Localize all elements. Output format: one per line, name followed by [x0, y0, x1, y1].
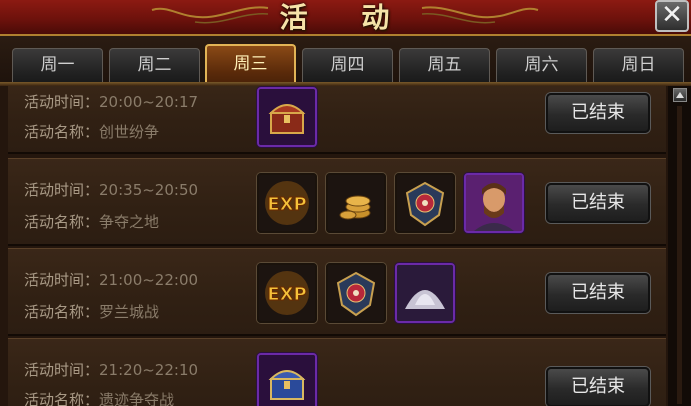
crest-emblem-icon[interactable] — [395, 173, 455, 233]
event-status-button[interactable]: 已结束 — [546, 367, 650, 406]
close-button[interactable]: ✕ — [655, 0, 689, 32]
exp-icon[interactable]: EXP — [257, 173, 317, 233]
name-value: 创世纷争 — [99, 123, 160, 141]
tab-friday[interactable]: 周五 — [399, 48, 490, 82]
event-status-button[interactable]: 已结束 — [546, 93, 650, 133]
time-value: 20:00~20:17 — [99, 93, 199, 111]
time-value: 21:00~22:00 — [99, 271, 199, 289]
name-label: 活动名称： — [24, 391, 100, 406]
blue-chest-icon[interactable] — [257, 353, 317, 406]
scroll-up-arrow-icon[interactable] — [673, 88, 687, 102]
event-name: 活动名称：罗兰城战 — [24, 301, 159, 322]
event-status-button[interactable]: 已结束 — [546, 273, 650, 313]
event-time: 活动时间：21:00~22:00 — [24, 269, 198, 290]
event-name: 活动名称：遗迹争夺战 — [24, 389, 174, 406]
event-status-button[interactable]: 已结束 — [546, 183, 650, 223]
time-label: 活动时间： — [24, 181, 100, 199]
event-name: 活动名称：争夺之地 — [24, 211, 159, 232]
day-tab-bar: 周一 周二 周三 周四 周五 周六 周日 — [0, 36, 691, 86]
event-time: 活动时间：20:35~20:50 — [24, 179, 198, 200]
name-label: 活动名称： — [24, 213, 100, 231]
name-value: 争夺之地 — [99, 213, 160, 231]
tab-sunday[interactable]: 周日 — [593, 48, 684, 82]
event-row: 活动时间：21:00~22:00 活动名称：罗兰城战 EXP 已结束 — [8, 248, 666, 336]
event-row: 活动时间：20:00~20:17 活动名称：创世纷争 已结束 — [8, 86, 666, 154]
exp-icon[interactable]: EXP — [257, 263, 317, 323]
tab-thursday[interactable]: 周四 — [302, 48, 393, 82]
tab-tuesday[interactable]: 周二 — [109, 48, 200, 82]
name-value: 遗迹争夺战 — [99, 391, 175, 406]
name-value: 罗兰城战 — [99, 303, 160, 321]
time-value: 20:35~20:50 — [99, 181, 199, 199]
window-title: 活 动 — [279, 1, 412, 34]
event-time: 活动时间：21:20~22:10 — [24, 359, 198, 380]
name-label: 活动名称： — [24, 123, 100, 141]
silver-powder-icon[interactable] — [395, 263, 455, 323]
tab-wednesday[interactable]: 周三 — [205, 44, 296, 84]
gold-coins-icon[interactable] — [326, 173, 386, 233]
treasure-chest-icon[interactable] — [257, 87, 317, 147]
event-time: 活动时间：20:00~20:17 — [24, 91, 198, 112]
scrollbar[interactable] — [668, 86, 691, 406]
svg-text:EXP: EXP — [267, 194, 306, 215]
time-label: 活动时间： — [24, 93, 100, 111]
time-value: 21:20~22:10 — [99, 361, 199, 379]
event-row: 活动时间：20:35~20:50 活动名称：争夺之地 EXP 已结束 — [8, 158, 666, 246]
tab-monday[interactable]: 周一 — [12, 48, 103, 82]
activity-window: 活 动 ✕ 周一 周二 周三 周四 周五 周六 周日 活动时间：20:00~20… — [0, 0, 691, 406]
event-row: 活动时间：21:20~22:10 活动名称：遗迹争夺战 已结束 — [8, 338, 666, 406]
name-label: 活动名称： — [24, 303, 100, 321]
title-bar: 活 动 ✕ — [0, 0, 691, 36]
svg-text:EXP: EXP — [267, 284, 306, 305]
hero-portrait-icon[interactable] — [464, 173, 524, 233]
event-list[interactable]: 活动时间：20:00~20:17 活动名称：创世纷争 已结束 活动时间：20:3… — [8, 86, 666, 406]
time-label: 活动时间： — [24, 271, 100, 289]
crest-emblem-icon[interactable] — [326, 263, 386, 323]
tab-saturday[interactable]: 周六 — [496, 48, 587, 82]
time-label: 活动时间： — [24, 361, 100, 379]
event-name: 活动名称：创世纷争 — [24, 121, 159, 142]
close-icon: ✕ — [661, 0, 683, 30]
scroll-track[interactable] — [677, 106, 682, 404]
